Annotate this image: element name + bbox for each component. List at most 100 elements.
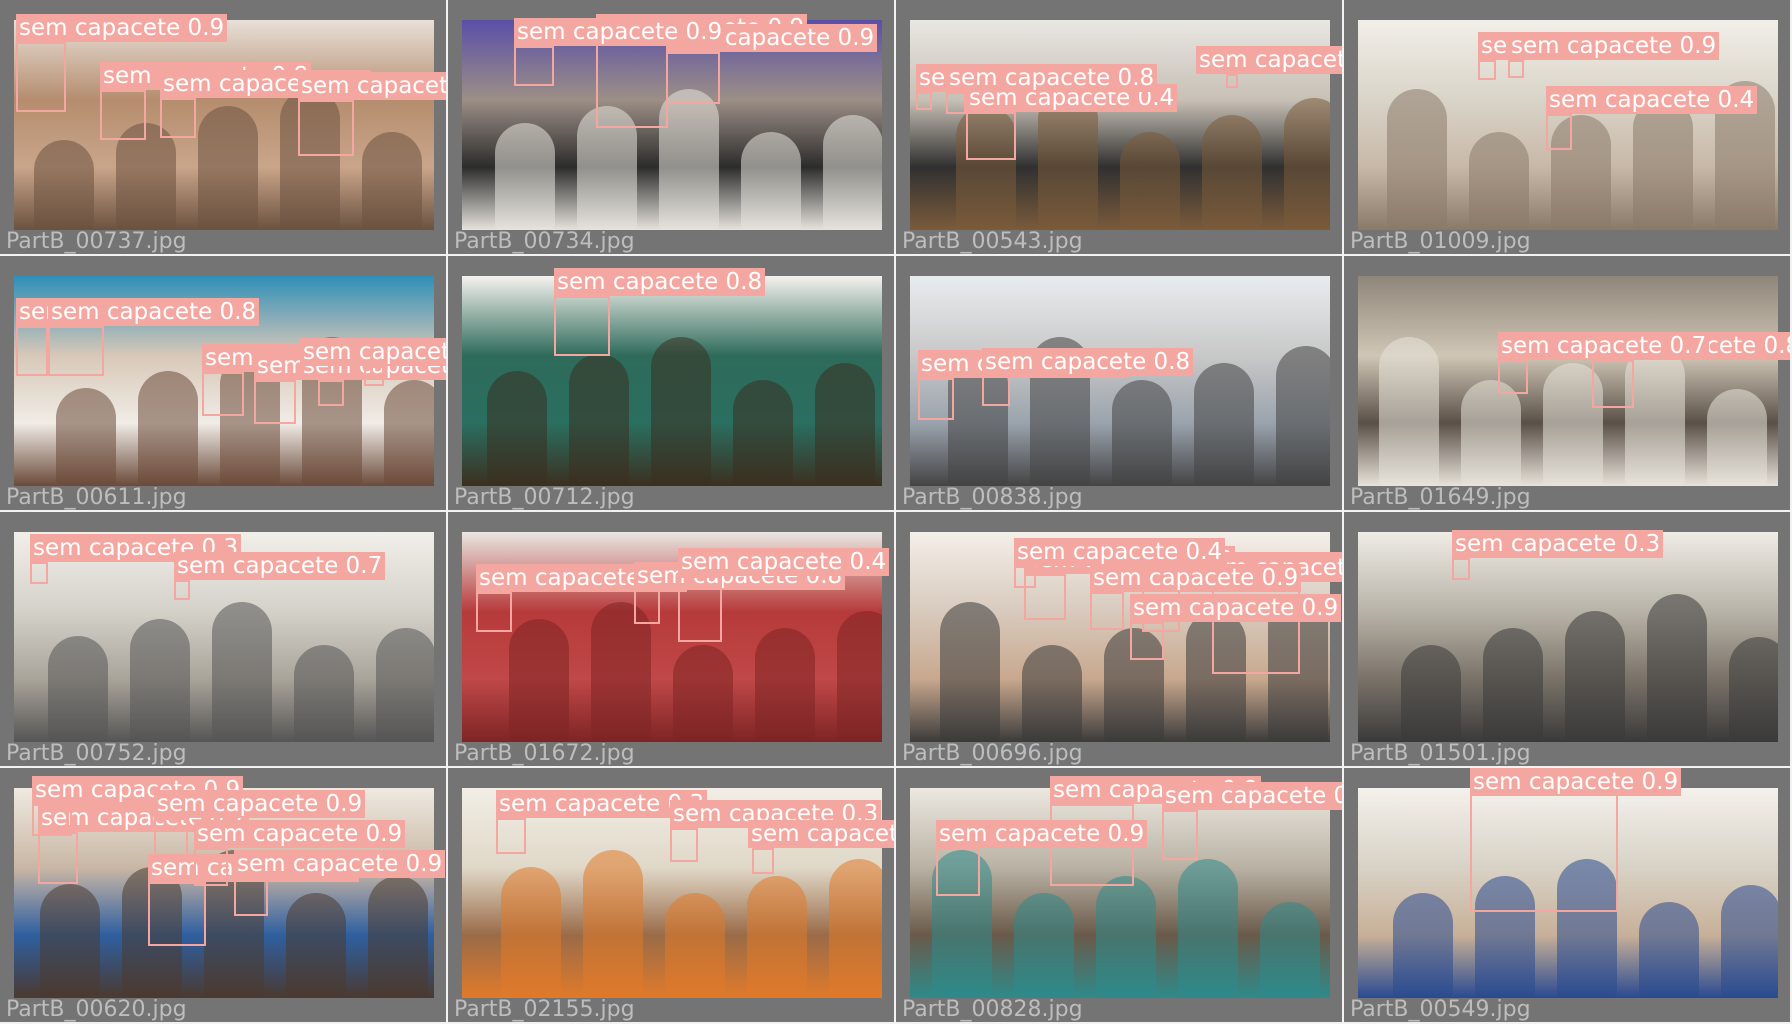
grid-tile: sem capacete 0.3 PartB_01501.jpg (1344, 512, 1792, 768)
person-silhouette (1639, 902, 1699, 998)
person-silhouette (755, 628, 815, 742)
person-silhouette (665, 893, 725, 998)
filename-caption: PartB_00696.jpg (902, 741, 1083, 766)
detection-box (1478, 60, 1496, 80)
filename-caption: PartB_00543.jpg (902, 229, 1083, 254)
filename-caption: PartB_00549.jpg (1350, 997, 1531, 1022)
detection-box (234, 878, 268, 916)
person-silhouette (40, 884, 100, 998)
detection-box (678, 576, 722, 642)
detection-label: sem capacete 0.7 (174, 552, 386, 580)
filename-caption: PartB_01009.jpg (1350, 229, 1531, 254)
detection-label: sem capacete 0.8 (554, 268, 766, 296)
detection-box (916, 92, 932, 110)
detection-label: sem capacete 0.9 (16, 14, 228, 42)
detection-label: sem capacete 0.3 (1452, 530, 1664, 558)
person-silhouette (673, 645, 733, 742)
grid-tile: sem capacete 0.3 sem capacete 0.7 PartB_00… (0, 512, 448, 768)
detection-label: sem capacete 0.8 (982, 348, 1194, 376)
person-silhouette (368, 876, 428, 998)
detection-label: sem capacete 0.9 (300, 338, 446, 366)
filename-caption: PartB_00611.jpg (6, 485, 187, 510)
detection-box (670, 828, 698, 862)
detection-box (918, 378, 954, 420)
filename-caption: PartB_00737.jpg (6, 229, 187, 254)
person-silhouette (747, 876, 807, 998)
person-silhouette (212, 602, 272, 742)
detection-box (202, 372, 244, 416)
grid-tile: sem capacete 0.9 PartB_00549.jpg (1344, 768, 1792, 1024)
detection-box (160, 98, 196, 138)
person-silhouette (1276, 346, 1330, 486)
filename-caption: PartB_00734.jpg (454, 229, 635, 254)
person-silhouette (1387, 89, 1447, 230)
detection-box (38, 832, 78, 884)
detection-box (554, 296, 610, 356)
person-silhouette (823, 115, 882, 230)
person-silhouette (138, 371, 198, 486)
filename-caption: PartB_00828.jpg (902, 997, 1083, 1022)
filename-caption: PartB_00620.jpg (6, 997, 187, 1022)
detection-box (254, 380, 296, 424)
person-silhouette (1707, 389, 1767, 486)
person-silhouette (1096, 876, 1156, 998)
detection-box (194, 848, 228, 886)
grid-tile: sem capacete 0.9sem capacete 0.8sem capa… (0, 0, 448, 256)
person-silhouette (294, 645, 354, 742)
detection-box (634, 590, 660, 624)
detection-box (966, 112, 1016, 160)
person-silhouette (48, 636, 108, 742)
detection-box (148, 882, 206, 946)
person-silhouette (1284, 98, 1330, 230)
detection-label: sem capacete 0.9 (1090, 564, 1302, 592)
person-silhouette (1401, 645, 1461, 742)
detection-label: sem capacete 0.8 (946, 64, 1158, 92)
person-silhouette (1178, 859, 1238, 998)
grid-tile: sem capacete 0.8 sem capacete 0.8 sem capa… (448, 512, 896, 768)
detection-box (476, 592, 512, 632)
filename-caption: PartB_00712.jpg (454, 485, 635, 510)
detection-box (946, 92, 966, 114)
detection-box (16, 326, 48, 376)
detection-box (32, 804, 72, 836)
person-silhouette (569, 354, 629, 486)
detection-box (16, 42, 66, 112)
person-silhouette (1483, 628, 1543, 742)
person-silhouette (1014, 893, 1074, 998)
detection-label: sem capacete 0.3 (748, 820, 894, 848)
person-silhouette (198, 106, 258, 230)
detection-label: sem capacete 0.9 (298, 72, 446, 100)
grid-tile: sem capacete 0.8sem capacete 0.7PartB_01… (1344, 256, 1792, 512)
detection-label: sem capacete 0.9 (234, 850, 446, 878)
detection-box (1090, 592, 1124, 630)
grid-tile: sem capacete 0.9sem capacete 0.6sem capa… (896, 768, 1344, 1024)
detection-label: sem capacete 0.4 (1196, 46, 1342, 74)
detection-box (936, 848, 980, 896)
person-silhouette (34, 140, 94, 230)
scene-photo (462, 276, 882, 486)
detection-box (596, 42, 668, 128)
detection-label: sem capacete 0.9 (936, 820, 1148, 848)
detection-label: sem capacete 0.9 (1130, 594, 1342, 622)
grid-tile: sem capacete 0.8sem capacete 0.7sem capa… (896, 512, 1344, 768)
detection-box (318, 380, 344, 406)
person-silhouette (130, 619, 190, 742)
detection-box (48, 326, 104, 376)
person-silhouette (829, 859, 882, 998)
detection-box (666, 52, 720, 104)
person-silhouette (1633, 98, 1693, 230)
detection-label: sem capacete 0.9 (154, 790, 366, 818)
detection-label: sem capacete 0.9 (194, 820, 406, 848)
person-silhouette (509, 619, 569, 742)
person-silhouette (1120, 132, 1180, 230)
filename-caption: PartB_01501.jpg (1350, 741, 1531, 766)
filename-caption: PartB_00752.jpg (6, 741, 187, 766)
person-silhouette (651, 337, 711, 486)
detection-label: sem capacete 0.8 (48, 298, 260, 326)
detection-box (1470, 792, 1618, 912)
image-grid: sem capacete 0.9sem capacete 0.8sem capa… (0, 0, 1792, 1024)
filename-caption: PartB_01672.jpg (454, 741, 635, 766)
filename-caption: PartB_01649.jpg (1350, 485, 1531, 510)
detection-box (1498, 360, 1528, 394)
grid-tile: sem capacete 0.9sem capacete 0.9sem capa… (448, 0, 896, 256)
